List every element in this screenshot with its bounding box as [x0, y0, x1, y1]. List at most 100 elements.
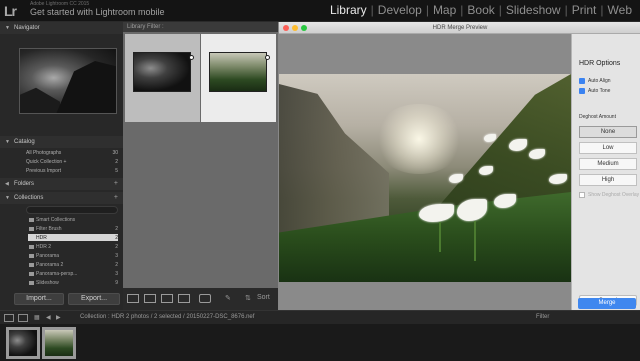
filter-label[interactable]: Filter [536, 314, 549, 320]
module-print[interactable]: Print [568, 3, 601, 17]
collection-item-count: 2 [115, 234, 118, 241]
filmstrip-cell[interactable] [6, 327, 40, 359]
collection-item-panorama-2[interactable]: Panorama 2 2 [36, 261, 118, 268]
grid-thumbnail[interactable] [133, 52, 191, 92]
catalog-item-label: All Photographs [26, 150, 62, 156]
collections-header[interactable]: ▼ Collections + [0, 192, 123, 204]
module-map[interactable]: Map [429, 3, 460, 17]
zoom-window-icon[interactable] [301, 25, 307, 31]
photo-calla-lily [484, 134, 496, 142]
collection-item-label: HDR 2 [36, 243, 52, 250]
collection-item-panorama-persp[interactable]: Panorama-persp... 3 [36, 270, 118, 277]
module-library[interactable]: Library [326, 3, 371, 17]
collection-item-panorama[interactable]: Panorama 3 [36, 252, 118, 259]
filmstrip-thumbnail[interactable] [45, 330, 73, 356]
collections-title: Collections [14, 195, 44, 201]
collapse-triangle-icon: ▼ [5, 139, 10, 145]
loupe-view-icon[interactable] [144, 294, 156, 303]
grid-cell[interactable] [201, 34, 276, 122]
add-folder-icon[interactable]: + [114, 178, 118, 190]
collection-item-label: Panorama [36, 252, 60, 259]
deghost-low-button[interactable]: Low [579, 142, 637, 154]
sort-label[interactable]: Sort [257, 294, 270, 301]
second-window-icon[interactable] [18, 314, 28, 322]
forward-arrow-icon[interactable]: ▶ [56, 314, 61, 321]
grid-icon[interactable]: ▦ [34, 314, 40, 321]
sort-direction-icon[interactable]: ⇅ [245, 294, 251, 302]
auto-align-label: Auto Align [588, 78, 611, 84]
deghost-none-button[interactable]: None [579, 126, 637, 138]
catalog-title: Catalog [14, 139, 35, 145]
collection-item-count: 2 [115, 225, 118, 232]
collection-item-smart-collections[interactable]: Smart Collections [36, 216, 118, 223]
add-collection-icon[interactable]: + [114, 192, 118, 204]
photo-sun-glow [374, 104, 464, 174]
compare-view-icon[interactable] [161, 294, 173, 303]
library-filter-bar[interactable]: Library Filter : [123, 22, 278, 32]
lightroom-window: Lr Adobe Lightroom CC 2015 Get started w… [0, 0, 640, 361]
back-arrow-icon[interactable]: ◀ [46, 314, 51, 321]
collections-search-input[interactable] [26, 206, 118, 214]
navigator-header[interactable]: ▼ Navigator [0, 22, 123, 34]
module-book[interactable]: Book [463, 3, 498, 17]
catalog-item-count: 30 [112, 150, 118, 156]
module-picker: Library | Develop | Map | Book | Slideshow | … [326, 3, 636, 17]
filmstrip-thumbnail[interactable] [9, 330, 37, 356]
filmstrip [0, 324, 640, 361]
catalog-item-label: Quick Collection + [26, 159, 67, 165]
deghost-amount-label: Deghost Amount [579, 114, 616, 120]
module-develop[interactable]: Develop [374, 3, 426, 17]
filmstrip-cell[interactable] [42, 327, 76, 359]
collection-item-filter-brush[interactable]: Filter Brush 2 [36, 225, 118, 232]
collection-item-hdr-2[interactable]: HDR 2 2 [36, 243, 118, 250]
module-slideshow[interactable]: Slideshow [502, 3, 565, 17]
folders-header[interactable]: ◀ Folders + [0, 178, 123, 190]
collection-item-hdr[interactable]: HDR 2 [28, 234, 118, 241]
navigator-preview[interactable] [19, 48, 117, 114]
source-path: Collection : HDR 2 photos / 2 selected /… [80, 314, 255, 320]
hdr-merge-dialog: HDR Merge Preview HDR Options Auto Align… [278, 22, 640, 310]
collection-icon [29, 281, 34, 285]
survey-view-icon[interactable] [178, 294, 190, 303]
merge-button[interactable]: Merge [578, 298, 636, 309]
navigator-title: Navigator [14, 25, 40, 31]
grid-cell[interactable] [125, 34, 200, 122]
grid-view-icon[interactable] [127, 294, 139, 303]
export-button[interactable]: Export... [68, 293, 120, 305]
deghost-high-button[interactable]: High [579, 174, 637, 186]
collection-item-slideshow[interactable]: Slideshow 9 [36, 279, 118, 286]
deghost-medium-button[interactable]: Medium [579, 158, 637, 170]
identity-plate: Lr Adobe Lightroom CC 2015 Get started w… [0, 0, 640, 22]
auto-tone-checkbox[interactable] [579, 88, 585, 94]
hdr-options-panel: HDR Options Auto Align Auto Tone Deghost… [571, 34, 640, 310]
catalog-item-count: 5 [115, 168, 118, 174]
main-window-icon[interactable] [4, 314, 14, 322]
collection-item-label: Smart Collections [36, 216, 76, 223]
grid-view: Library Filter : [123, 22, 278, 288]
dialog-title-bar[interactable]: HDR Merge Preview [279, 22, 640, 34]
selection-badge-icon[interactable] [265, 55, 270, 60]
identity-tagline[interactable]: Get started with Lightroom mobile [30, 7, 165, 17]
catalog-item-quick-collection[interactable]: Quick Collection + 2 [26, 159, 118, 165]
module-web[interactable]: Web [604, 3, 636, 17]
auto-align-checkbox[interactable] [579, 78, 585, 84]
hdr-options-title: HDR Options [579, 60, 621, 67]
dialog-title: HDR Merge Preview [432, 25, 488, 31]
selection-badge-icon[interactable] [189, 55, 194, 60]
collection-item-label: Filter Brush [36, 225, 62, 232]
collection-icon [29, 227, 34, 231]
people-view-icon[interactable] [199, 294, 211, 303]
close-window-icon[interactable] [283, 25, 289, 31]
catalog-header[interactable]: ▼ Catalog [0, 136, 123, 148]
catalog-item-all-photographs[interactable]: All Photographs 30 [26, 150, 118, 156]
painter-icon[interactable]: ✎ [225, 294, 231, 302]
folders-title: Folders [14, 181, 35, 187]
left-panel: ▼ Navigator ▼ Catalog All Photographs 30… [0, 22, 123, 310]
grid-thumbnail[interactable] [209, 52, 267, 92]
import-button[interactable]: Import... [14, 293, 64, 305]
collection-item-count: 9 [115, 279, 118, 286]
catalog-item-previous-import[interactable]: Previous Import 5 [26, 168, 118, 174]
hdr-preview-image [279, 74, 571, 282]
show-deghost-overlay-checkbox[interactable] [579, 192, 585, 198]
minimize-window-icon[interactable] [292, 25, 298, 31]
